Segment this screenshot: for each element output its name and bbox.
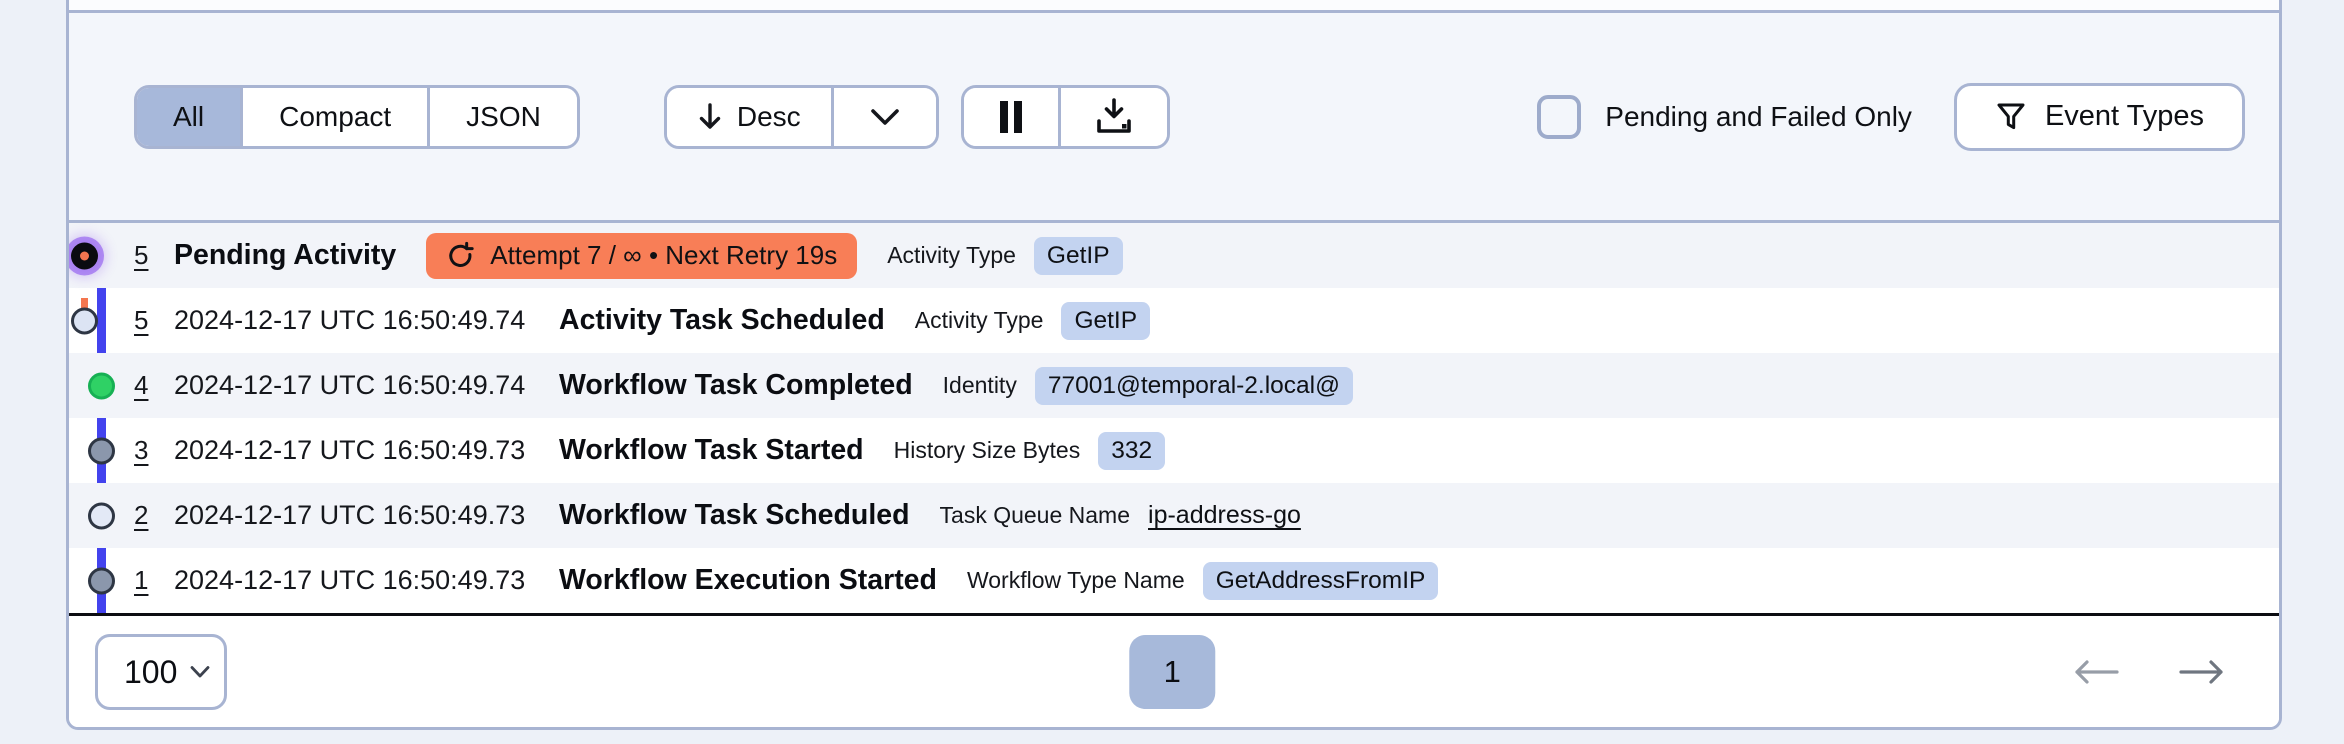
pagination-nav [2071,659,2227,685]
toolbar-right-zone: Pending and Failed Only Event Types [1537,82,2245,151]
event-attribute-value-link[interactable]: ip-address-go [1148,501,1301,530]
event-row[interactable]: 5 Pending Activity Attempt 7 / ∞ • Next Re… [69,223,2279,288]
event-attribute-value: 77001@temporal-2.local@ [1034,366,1353,405]
event-name: Workflow Execution Started [559,564,937,596]
event-time: 2024-12-17 UTC 16:50:49.74 [174,305,526,335]
event-time: 2024-12-17 UTC 16:50:49.73 [174,500,526,530]
event-row[interactable]: 3 2024-12-17 UTC 16:50:49.73 Workflow Task… [69,418,2279,483]
pause-button[interactable] [963,87,1058,146]
download-button[interactable] [1057,87,1167,146]
page-size-wrap: 100 [95,633,227,710]
event-id-link[interactable]: 2 [134,500,160,531]
event-time: 2024-12-17 UTC 16:50:49.74 [174,370,526,400]
view-mode-tabs: All Compact JSON [134,84,580,149]
arrow-left-icon [2075,659,2119,684]
event-types-label: Event Types [2044,100,2204,132]
event-node-icon [88,437,115,464]
filter-funnel-icon [1995,101,2027,133]
event-name: Pending Activity [174,239,397,271]
event-node-icon [88,567,115,594]
event-row[interactable]: 5 2024-12-17 UTC 16:50:49.74 Activity Task… [69,288,2279,353]
retry-badge: Attempt 7 / ∞ • Next Retry 19s [426,232,858,279]
event-attribute-value: GetAddressFromIP [1202,561,1439,600]
event-name: Activity Task Scheduled [559,304,885,336]
event-history-panel: All Compact JSON Desc Pending and Failed… [66,0,2282,730]
event-attribute-label: History Size Bytes [893,437,1081,463]
event-attribute-value: 332 [1098,431,1166,470]
view-tab-json[interactable]: JSON [427,87,577,146]
event-attribute-label: Task Queue Name [939,502,1131,528]
pending-failed-checkbox[interactable] [1537,94,1582,139]
sort-order-group: Desc [663,84,939,149]
prev-page-button[interactable] [2071,659,2121,685]
pagination-bar: 100 1 [69,616,2279,727]
sort-label: Desc [736,100,801,132]
page-size-select[interactable]: 100 [95,633,227,710]
page-number-button[interactable]: 1 [1129,634,1216,709]
pending-failed-label: Pending and Failed Only [1605,100,1912,132]
arrow-down-icon [697,102,723,132]
sort-desc-button[interactable]: Desc [666,87,831,146]
sort-options-button[interactable] [830,87,936,146]
event-id-link[interactable]: 5 [134,305,160,336]
event-node-icon [71,307,98,334]
pause-icon [997,99,1025,135]
event-node-icon [88,372,115,399]
view-tab-compact[interactable]: Compact [240,87,428,146]
event-history-table: 5 Pending Activity Attempt 7 / ∞ • Next Re… [69,223,2279,616]
event-attribute-value: GetIP [1033,236,1123,275]
event-attribute-label: Identity [942,372,1017,398]
event-time: 2024-12-17 UTC 16:50:49.73 [174,565,526,595]
retry-icon [446,240,476,272]
event-attribute-label: Workflow Type Name [966,567,1185,593]
event-id-link[interactable]: 1 [134,565,160,596]
event-id-link[interactable]: 3 [134,435,160,466]
event-row[interactable]: 4 2024-12-17 UTC 16:50:49.74 Workflow Task… [69,353,2279,418]
event-attribute-value: GetIP [1061,301,1151,340]
event-row[interactable]: 2 2024-12-17 UTC 16:50:49.73 Workflow Task… [69,483,2279,548]
event-time: 2024-12-17 UTC 16:50:49.73 [174,435,526,465]
event-attribute-label: Activity Type [887,242,1016,268]
view-tab-all[interactable]: All [137,87,241,146]
arrow-right-icon [2179,659,2223,684]
previous-card-bottom-strip [69,0,2279,13]
event-attribute-label: Activity Type [914,307,1044,333]
event-node-icon [71,242,98,269]
event-history-toolbar: All Compact JSON Desc Pending and Failed… [69,13,2279,223]
event-node-icon [88,502,115,529]
download-icon [1094,97,1134,136]
next-page-button[interactable] [2177,659,2227,685]
event-row[interactable]: 1 2024-12-17 UTC 16:50:49.73 Workflow Exec… [69,548,2279,613]
chevron-down-icon [868,107,902,127]
event-id-link[interactable]: 4 [134,370,160,401]
event-types-button[interactable]: Event Types [1953,82,2245,151]
event-name: Workflow Task Scheduled [559,499,910,531]
event-name: Workflow Task Completed [559,369,913,401]
event-name: Workflow Task Started [559,434,864,466]
feed-controls-group [960,84,1170,149]
event-id-link[interactable]: 5 [134,240,160,271]
